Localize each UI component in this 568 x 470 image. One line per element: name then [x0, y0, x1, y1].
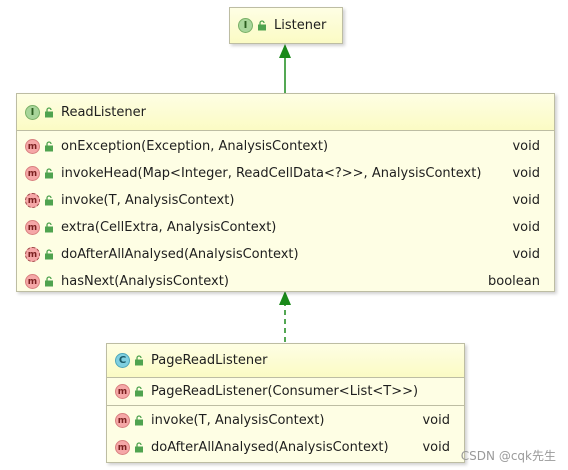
- lock-icon: [135, 442, 143, 453]
- method-return-type: boolean: [488, 274, 540, 289]
- lock-icon: [45, 222, 53, 233]
- lock-icon: [45, 276, 53, 287]
- method-row[interactable]: m doAfterAllAnalysed(AnalysisContext) vo…: [17, 241, 554, 268]
- interface-icon: I: [25, 104, 40, 120]
- listener-title: Listener: [274, 18, 327, 33]
- method-return-type: void: [422, 413, 450, 428]
- method-row[interactable]: m extra(CellExtra, AnalysisContext) void: [17, 214, 554, 241]
- method-row[interactable]: m invoke(T, AnalysisContext) void: [17, 187, 554, 214]
- method-return-type: void: [422, 440, 450, 455]
- method-icon: m: [25, 166, 40, 181]
- method-signature: invokeHead(Map<Integer, ReadCellData<?>>…: [61, 166, 482, 181]
- method-return-type: void: [512, 139, 540, 154]
- lock-icon: [45, 168, 53, 179]
- watermark: CSDN @cqk先生: [460, 449, 556, 463]
- method-signature: doAfterAllAnalysed(AnalysisContext): [151, 440, 389, 455]
- constructor-signature: PageReadListener(Consumer<List<T>>): [151, 384, 419, 399]
- lock-icon: [135, 415, 143, 426]
- method-row[interactable]: m onException(Exception, AnalysisContext…: [17, 133, 554, 160]
- lock-icon: [45, 141, 53, 152]
- method-signature: extra(CellExtra, AnalysisContext): [61, 220, 277, 235]
- lock-icon: [45, 249, 53, 260]
- method-row[interactable]: m invoke(T, AnalysisContext) void: [107, 407, 464, 434]
- readlistener-header: I ReadListener: [17, 94, 554, 130]
- pagereadlistener-title: PageReadListener: [151, 353, 268, 368]
- method-icon: m: [115, 440, 130, 455]
- constructor-section: m PageReadListener(Consumer<List<T>>): [107, 377, 464, 405]
- method-return-type: void: [512, 247, 540, 262]
- lock-icon: [135, 386, 143, 397]
- constructor-row[interactable]: m PageReadListener(Consumer<List<T>>): [107, 378, 464, 405]
- class-icon: C: [115, 353, 130, 368]
- method-icon: m: [115, 413, 130, 428]
- pagereadlistener-class-box[interactable]: C PageReadListener m PageReadListener(Co…: [106, 343, 465, 463]
- pagereadlistener-methods: m invoke(T, AnalysisContext) void m doAf…: [107, 405, 464, 461]
- method-signature: doAfterAllAnalysed(AnalysisContext): [61, 247, 299, 262]
- method-return-type: void: [512, 220, 540, 235]
- method-signature: invoke(T, AnalysisContext): [61, 193, 235, 208]
- method-icon: m: [25, 220, 40, 235]
- lock-icon: [258, 20, 266, 31]
- readlistener-methods: m onException(Exception, AnalysisContext…: [17, 130, 554, 295]
- method-signature: onException(Exception, AnalysisContext): [61, 139, 329, 154]
- method-row[interactable]: m doAfterAllAnalysed(AnalysisContext) vo…: [107, 434, 464, 461]
- method-return-type: void: [512, 166, 540, 181]
- method-signature: hasNext(AnalysisContext): [61, 274, 229, 289]
- pagereadlistener-header: C PageReadListener: [107, 344, 464, 377]
- interface-icon: I: [238, 18, 253, 33]
- lock-icon: [45, 106, 53, 117]
- method-row[interactable]: m hasNext(AnalysisContext) boolean: [17, 268, 554, 295]
- method-return-type: void: [512, 193, 540, 208]
- lock-icon: [45, 195, 53, 206]
- listener-interface-box[interactable]: I Listener: [229, 7, 343, 44]
- method-icon: m: [25, 139, 40, 154]
- abstract-method-icon: m: [25, 247, 40, 262]
- listener-header: I Listener: [230, 8, 342, 43]
- abstract-method-icon: m: [25, 193, 40, 208]
- constructor-icon: m: [115, 384, 130, 399]
- readlistener-title: ReadListener: [61, 104, 146, 120]
- method-signature: invoke(T, AnalysisContext): [151, 413, 325, 428]
- extends-arrowhead: [279, 44, 291, 58]
- method-icon: m: [25, 274, 40, 289]
- readlistener-interface-box[interactable]: I ReadListener m onException(Exception, …: [16, 93, 555, 292]
- method-row[interactable]: m invokeHead(Map<Integer, ReadCellData<?…: [17, 160, 554, 187]
- lock-icon: [135, 355, 143, 366]
